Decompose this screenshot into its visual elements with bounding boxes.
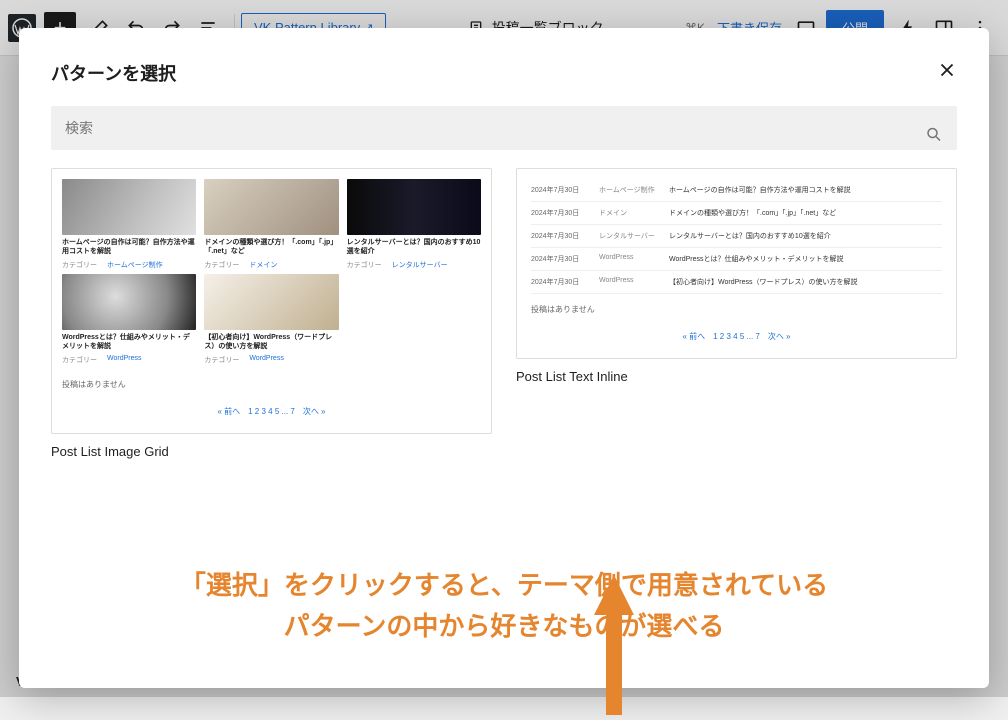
close-button[interactable] <box>933 56 961 84</box>
search-input[interactable] <box>51 106 957 150</box>
list-item: 2024年7月30日ホームページ制作ホームページの自作は可能？自作方法や運用コス… <box>531 179 942 202</box>
pattern-label: Post List Text Inline <box>516 369 957 384</box>
pattern-preview: ホームページの自作は可能？自作方法や運用コストを解説 カテゴリーホームページ制作… <box>51 168 492 434</box>
annotation-overlay: 「選択」をクリックすると、テーマ側で用意されている パターンの中から好きなものが… <box>19 575 989 648</box>
pattern-image-grid[interactable]: ホームページの自作は可能？自作方法や運用コストを解説 カテゴリーホームページ制作… <box>51 168 492 459</box>
preview-card: レンタルサーバーとは？国内のおすすめ10選を紹介 カテゴリーレンタルサーバー <box>347 179 481 270</box>
modal-overlay: パターンを選択 ホームページの自作は可能？自作方法や運用コストを解説 <box>0 0 1008 697</box>
modal-title: パターンを選択 <box>51 60 957 86</box>
pattern-text-inline[interactable]: 2024年7月30日ホームページ制作ホームページの自作は可能？自作方法や運用コス… <box>516 168 957 384</box>
list-item: 2024年7月30日レンタルサーバーレンタルサーバーとは？国内のおすすめ10選を… <box>531 225 942 248</box>
pagination: « 前へ 1 2 3 4 5 ... 7 次へ » <box>531 325 942 348</box>
close-icon <box>936 59 958 81</box>
search-wrapper <box>51 106 957 168</box>
preview-card: 【初心者向け】WordPress（ワードプレス）の使い方を解説 カテゴリーWor… <box>204 274 338 365</box>
patterns-container: ホームページの自作は可能？自作方法や運用コストを解説 カテゴリーホームページ制作… <box>51 168 957 459</box>
preview-card: ドメインの種類や選び方！「.com」「.jp」「.net」など カテゴリードメイ… <box>204 179 338 270</box>
list-item: 2024年7月30日ドメインドメインの種類や選び方！「.com」「.jp」「.n… <box>531 202 942 225</box>
search-icon <box>925 126 943 149</box>
list-item: 2024年7月30日WordPress【初心者向け】WordPress（ワードプ… <box>531 271 942 294</box>
no-posts-text: 投稿はありません <box>531 294 942 325</box>
pagination: « 前へ 1 2 3 4 5 ... 7 次へ » <box>62 400 481 423</box>
preview-card: WordPressとは？仕組みやメリット・デメリットを解説 カテゴリーWordP… <box>62 274 196 365</box>
list-item: 2024年7月30日WordPressWordPressとは？仕組みやメリット・… <box>531 248 942 271</box>
annotation-text: 「選択」をクリックすると、テーマ側で用意されている パターンの中から好きなものが… <box>19 565 989 648</box>
pattern-preview: 2024年7月30日ホームページ制作ホームページの自作は可能？自作方法や運用コス… <box>516 168 957 359</box>
no-posts-text: 投稿はありません <box>62 369 481 400</box>
pattern-label: Post List Image Grid <box>51 444 492 459</box>
pattern-select-modal: パターンを選択 ホームページの自作は可能？自作方法や運用コストを解説 <box>19 28 989 688</box>
preview-card: ホームページの自作は可能？自作方法や運用コストを解説 カテゴリーホームページ制作 <box>62 179 196 270</box>
